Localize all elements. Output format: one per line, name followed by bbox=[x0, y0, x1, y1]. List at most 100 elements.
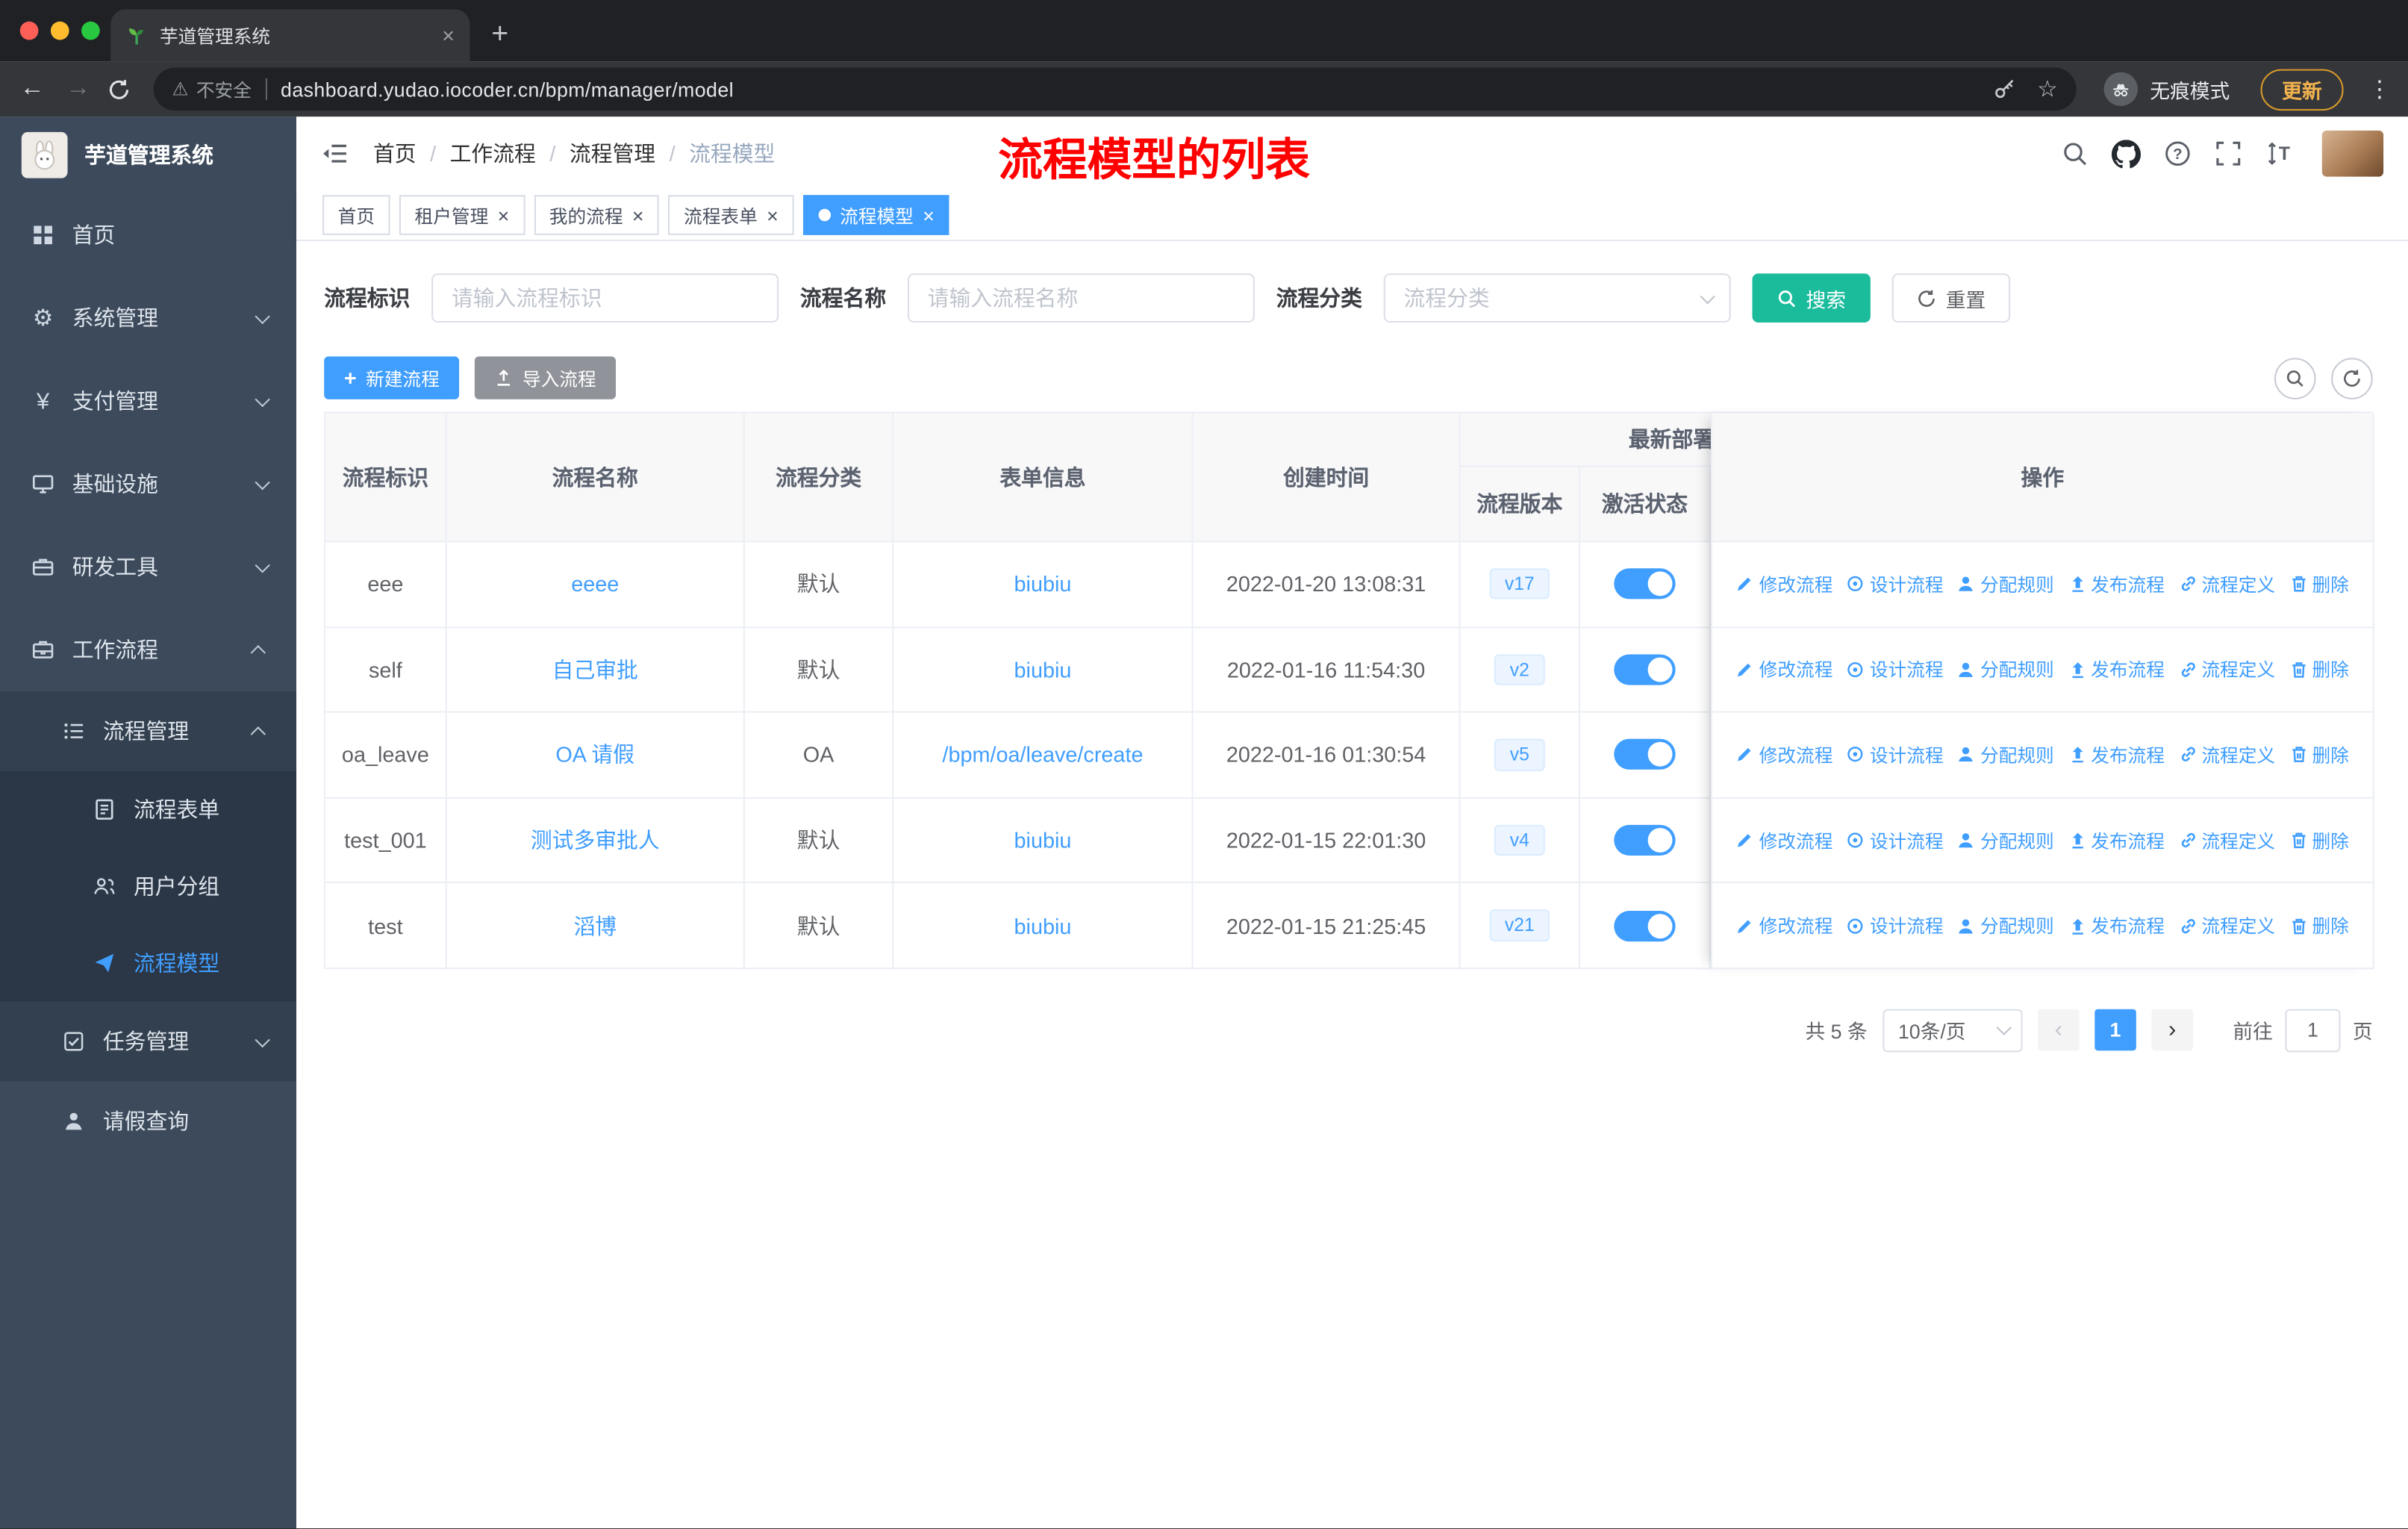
action-edit-process[interactable]: 修改流程 bbox=[1736, 827, 1832, 853]
process-name-input[interactable] bbox=[907, 273, 1255, 323]
sidebar-item-pay[interactable]: ¥ 支付管理 bbox=[0, 359, 296, 442]
action-design-process[interactable]: 设计流程 bbox=[1847, 912, 1944, 938]
form-info-link[interactable]: /bpm/oa/leave/create bbox=[942, 743, 1143, 767]
process-category-select[interactable]: 流程分类 bbox=[1383, 273, 1731, 323]
form-info-link[interactable]: biubiu bbox=[1014, 657, 1072, 682]
breadcrumb-home[interactable]: 首页 bbox=[373, 138, 417, 169]
form-info-link[interactable]: biubiu bbox=[1014, 828, 1072, 853]
action-process-definition[interactable]: 流程定义 bbox=[2178, 656, 2275, 682]
sidebar-item-home[interactable]: 首页 bbox=[0, 193, 296, 276]
sidebar-item-devtools[interactable]: 研发工具 bbox=[0, 526, 296, 608]
password-key-icon[interactable] bbox=[1991, 77, 2015, 102]
action-delete[interactable]: 删除 bbox=[2289, 656, 2349, 682]
tag-process-model[interactable]: 流程模型 × bbox=[802, 195, 950, 235]
action-delete[interactable]: 删除 bbox=[2289, 742, 2349, 768]
tag-close-icon[interactable]: × bbox=[632, 205, 644, 225]
action-edit-process[interactable]: 修改流程 bbox=[1736, 912, 1832, 938]
reload-icon[interactable] bbox=[107, 78, 141, 101]
bookmark-star-icon[interactable]: ☆ bbox=[2037, 75, 2058, 103]
window-minimize-button[interactable] bbox=[50, 21, 69, 40]
tab-close-icon[interactable]: × bbox=[442, 23, 455, 48]
action-assign-rules[interactable]: 分配规则 bbox=[1957, 656, 2054, 682]
action-delete[interactable]: 删除 bbox=[2289, 912, 2349, 938]
action-edit-process[interactable]: 修改流程 bbox=[1736, 656, 1832, 682]
active-toggle[interactable] bbox=[1614, 824, 1676, 856]
page-number-1[interactable]: 1 bbox=[2094, 1009, 2136, 1052]
search-button[interactable]: 搜索 bbox=[1752, 273, 1871, 323]
import-process-button[interactable]: 导入流程 bbox=[475, 356, 617, 399]
action-delete[interactable]: 删除 bbox=[2289, 571, 2349, 597]
process-name-link[interactable]: 测试多审批人 bbox=[531, 825, 660, 856]
address-bar[interactable]: ⚠ 不安全 dashboard.yudao.iocoder.cn/bpm/man… bbox=[153, 67, 2077, 111]
action-publish-process[interactable]: 发布流程 bbox=[2068, 742, 2165, 768]
github-icon[interactable] bbox=[2111, 139, 2142, 168]
process-name-link[interactable]: eeee bbox=[571, 572, 619, 597]
tag-tenant-management[interactable]: 租户管理 × bbox=[399, 195, 525, 235]
active-toggle[interactable] bbox=[1614, 739, 1676, 770]
action-process-definition[interactable]: 流程定义 bbox=[2178, 827, 2275, 853]
action-edit-process[interactable]: 修改流程 bbox=[1736, 742, 1832, 768]
action-assign-rules[interactable]: 分配规则 bbox=[1957, 912, 2054, 938]
goto-page-input[interactable] bbox=[2285, 1009, 2341, 1053]
sidebar-item-leave-query[interactable]: 请假查询 bbox=[0, 1081, 297, 1162]
new-tab-button[interactable]: + bbox=[491, 20, 508, 49]
action-process-definition[interactable]: 流程定义 bbox=[2178, 571, 2275, 597]
breadcrumb-workflow[interactable]: 工作流程 bbox=[450, 138, 536, 169]
page-size-select[interactable]: 10条/页 bbox=[1883, 1009, 2023, 1053]
action-delete[interactable]: 删除 bbox=[2289, 827, 2349, 853]
action-publish-process[interactable]: 发布流程 bbox=[2068, 656, 2165, 682]
tag-close-icon[interactable]: × bbox=[767, 205, 779, 225]
action-design-process[interactable]: 设计流程 bbox=[1847, 571, 1944, 597]
active-toggle[interactable] bbox=[1614, 910, 1676, 941]
help-icon[interactable]: ? bbox=[2164, 140, 2192, 167]
tag-home[interactable]: 首页 bbox=[322, 195, 390, 235]
next-page-button[interactable]: › bbox=[2151, 1009, 2193, 1052]
process-name-link[interactable]: 滔博 bbox=[573, 910, 617, 941]
sidebar-item-system[interactable]: ⚙ 系统管理 bbox=[0, 276, 296, 359]
action-assign-rules[interactable]: 分配规则 bbox=[1957, 742, 2054, 768]
reset-button[interactable]: 重置 bbox=[1891, 273, 2011, 323]
active-toggle[interactable] bbox=[1614, 568, 1676, 600]
action-design-process[interactable]: 设计流程 bbox=[1847, 656, 1944, 682]
active-toggle[interactable] bbox=[1614, 654, 1676, 685]
fullscreen-icon[interactable] bbox=[2215, 140, 2242, 167]
user-avatar[interactable] bbox=[2321, 130, 2384, 177]
action-process-definition[interactable]: 流程定义 bbox=[2178, 742, 2275, 768]
action-publish-process[interactable]: 发布流程 bbox=[2068, 827, 2165, 853]
sidebar-item-user-group[interactable]: 用户分组 bbox=[0, 847, 297, 925]
action-design-process[interactable]: 设计流程 bbox=[1847, 742, 1944, 768]
tag-my-process[interactable]: 我的流程 × bbox=[534, 195, 660, 235]
sidebar-item-workflow[interactable]: 工作流程 bbox=[0, 608, 296, 691]
sidebar-fold-icon[interactable] bbox=[321, 140, 349, 167]
back-icon[interactable]: ← bbox=[16, 76, 49, 102]
action-edit-process[interactable]: 修改流程 bbox=[1736, 571, 1832, 597]
process-name-link[interactable]: 自己审批 bbox=[552, 654, 638, 685]
action-design-process[interactable]: 设计流程 bbox=[1847, 827, 1944, 853]
update-button[interactable]: 更新 bbox=[2260, 68, 2344, 110]
sidebar-item-process-model[interactable]: 流程模型 bbox=[0, 924, 297, 1002]
refresh-table-button[interactable] bbox=[2331, 357, 2373, 399]
process-key-input[interactable] bbox=[431, 273, 779, 323]
form-info-link[interactable]: biubiu bbox=[1014, 572, 1072, 597]
window-zoom-button[interactable] bbox=[81, 21, 100, 40]
action-assign-rules[interactable]: 分配规则 bbox=[1957, 571, 2054, 597]
tag-process-form[interactable]: 流程表单 × bbox=[668, 195, 794, 235]
font-size-icon[interactable]: T bbox=[2265, 140, 2293, 167]
process-name-link[interactable]: OA 请假 bbox=[555, 740, 634, 770]
tag-close-icon[interactable]: × bbox=[923, 205, 935, 225]
tag-close-icon[interactable]: × bbox=[498, 205, 510, 225]
browser-tab[interactable]: 芋道管理系统 × bbox=[110, 9, 470, 62]
form-info-link[interactable]: biubiu bbox=[1014, 913, 1072, 938]
action-publish-process[interactable]: 发布流程 bbox=[2068, 571, 2165, 597]
browser-menu-icon[interactable]: ⋮ bbox=[2368, 75, 2393, 103]
search-icon[interactable] bbox=[2061, 140, 2089, 167]
toggle-search-button[interactable] bbox=[2274, 357, 2316, 399]
action-process-definition[interactable]: 流程定义 bbox=[2178, 912, 2275, 938]
sidebar-item-task-management[interactable]: 任务管理 bbox=[0, 1001, 297, 1082]
forward-icon[interactable]: → bbox=[61, 76, 95, 102]
prev-page-button[interactable]: ‹ bbox=[2038, 1009, 2080, 1052]
sidebar-item-process-form[interactable]: 流程表单 bbox=[0, 770, 297, 848]
window-close-button[interactable] bbox=[19, 21, 39, 40]
action-assign-rules[interactable]: 分配规则 bbox=[1957, 827, 2054, 853]
create-process-button[interactable]: + 新建流程 bbox=[324, 356, 460, 399]
